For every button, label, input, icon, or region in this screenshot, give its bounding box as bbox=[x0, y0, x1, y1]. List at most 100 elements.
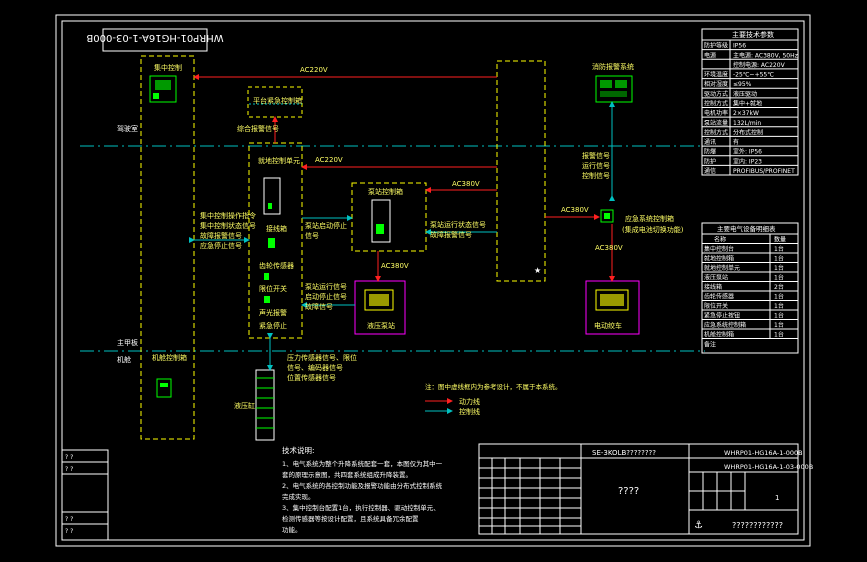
tech-param-name: 防护 bbox=[704, 157, 716, 165]
emergency-box-note: (集成电池切换功能) bbox=[622, 225, 684, 234]
tech-param-name: 通信 bbox=[704, 167, 716, 175]
equipment-name: 紧急停止按钮 bbox=[704, 312, 740, 320]
equipment-name: 就地控制箱 bbox=[704, 255, 734, 263]
equipment-title: 主要电气设备明细表 bbox=[717, 224, 776, 233]
equipment-qty: 1台 bbox=[774, 321, 784, 329]
pump-signals-label: 泵站运行信号启动停止信号故障信号 bbox=[305, 282, 347, 311]
tech-params-table: 主要技术参数 防护等级 IP56 电源 主电源: AC380V, 50Hz 控制电源: … bbox=[701, 28, 799, 176]
tech-param-value: ≤95% bbox=[733, 81, 752, 88]
legend-note: 注：图中虚线框内为参考设计，不属于本系统。 bbox=[425, 382, 562, 391]
tech-param-name: 电源 bbox=[704, 51, 716, 59]
title-block: SE-3KOLB???????? WHRP01-HG16A-1-000B WHR… bbox=[478, 443, 813, 535]
tech-param-name: 控制方式 bbox=[704, 100, 728, 108]
drawing-canvas: WHRP01-HG16A-1-03-000B 驾驶室 主甲板 机舱 集中控制 机… bbox=[55, 14, 813, 547]
fire-panel-icon bbox=[595, 75, 633, 103]
limit-switch-label: 限位开关 bbox=[259, 284, 287, 293]
emergency-box-label: 应急系统控制箱 bbox=[625, 214, 674, 223]
power-label-ac380-c: AC380V bbox=[561, 206, 589, 214]
central-console-frame bbox=[140, 55, 195, 440]
drawing-no-1: SE-3KOLB???????? bbox=[592, 449, 656, 457]
company-name: ???????????? bbox=[732, 521, 783, 530]
side-block-4: ? ? bbox=[65, 528, 73, 535]
pump-control-box-label: 泵站控制箱 bbox=[368, 187, 403, 196]
mid-signals2-label: 泵站运行状态信号故障报警信号 bbox=[430, 220, 486, 239]
note-line: 完成实现。 bbox=[282, 492, 315, 501]
equipment-name: 名称 bbox=[714, 236, 726, 244]
reset-signal-label: 综合报警信号 bbox=[237, 124, 279, 133]
tech-param-value: 2×37kW bbox=[733, 110, 759, 117]
legend-power-label: 动力线 bbox=[459, 397, 480, 406]
equipment-qty: 1台 bbox=[774, 245, 784, 253]
side-block-2: ? ? bbox=[65, 466, 73, 473]
tech-param-name: 防爆 bbox=[704, 148, 716, 156]
equipment-qty: 1台 bbox=[774, 274, 784, 282]
tech-param-value: IP56 bbox=[733, 43, 746, 50]
equipment-qty: 数量 bbox=[774, 236, 786, 244]
equipment-qty: 1台 bbox=[774, 293, 784, 301]
drive-unit-label: 电动绞车 bbox=[594, 321, 622, 330]
note-line: 功能。 bbox=[282, 525, 302, 534]
tech-param-value: 集中+就地 bbox=[733, 100, 762, 108]
tech-param-name: 电机功率 bbox=[704, 109, 728, 117]
equipment-table: 主要电气设备明细表 名称 数量集中控制台 1台就地控制箱 1台就地控制单元 1台液压泵站… bbox=[701, 222, 799, 354]
gear-encoder-label: 齿轮传感器 bbox=[259, 261, 294, 270]
rack-label: 液压缸 bbox=[234, 401, 255, 410]
power-label-ac380-a: AC380V bbox=[452, 180, 480, 188]
note-line: 3、集中控制台配置1台，执行控制器、驱动控制单元、 bbox=[282, 503, 440, 512]
svg-text:★: ★ bbox=[534, 266, 541, 275]
bottom-signals-label: 压力传感器信号、限位信号、编码器信号位置传感器信号 bbox=[287, 353, 357, 382]
central-console-label: 集中控制 bbox=[154, 63, 182, 72]
notes-lines: 1、电气系统为整个升降系统配套一套，本图仅为其中一套的原理示意图，共四套系统组成… bbox=[282, 459, 443, 534]
mid-signals-label: 泵站启动停止信号 bbox=[305, 221, 347, 240]
notes-title: 技术说明: bbox=[282, 445, 315, 455]
tech-param-name: 控制方式 bbox=[704, 128, 728, 136]
power-label-ac380-d: AC380V bbox=[595, 244, 623, 252]
local-controller-label: 就地控制单元 bbox=[258, 156, 300, 165]
vertical-title-text: WHRP01-HG16A-1-03-000B bbox=[86, 32, 223, 43]
equipment-footer: 备注 bbox=[704, 341, 716, 349]
emergency-stop-label: 紧急停止 bbox=[259, 321, 287, 330]
equipment-name: 应急系统控制箱 bbox=[704, 321, 746, 329]
tech-param-value: 室外: IP56 bbox=[733, 148, 762, 156]
legend-control-label: 控制线 bbox=[459, 407, 480, 416]
company-logo-icon: ⚓ bbox=[694, 520, 703, 531]
side-block-1: ? ? bbox=[65, 454, 73, 461]
equipment-qty: 1台 bbox=[774, 255, 784, 263]
tech-param-value: -25℃~+55℃ bbox=[733, 72, 774, 79]
engine-room-box-icon bbox=[156, 378, 172, 398]
hydraulic-unit-label: 液压泵站 bbox=[367, 321, 395, 330]
power-label-ac220-mid: AC220V bbox=[315, 156, 343, 164]
equipment-qty: 1台 bbox=[774, 302, 784, 310]
rack-frame bbox=[255, 369, 275, 441]
equipment-name: 齿轮传感器 bbox=[704, 293, 734, 301]
tech-params-title: 主要技术参数 bbox=[732, 30, 774, 39]
zone-label-mid: 主甲板 bbox=[117, 338, 138, 347]
note-line: 套的原理示意图，共四套系统组成升降装置。 bbox=[282, 470, 412, 479]
drawing-name: ???? bbox=[618, 486, 639, 497]
equipment-name: 集中控制台 bbox=[704, 245, 734, 253]
tech-param-name: 环境温度 bbox=[704, 71, 728, 79]
tech-param-value: 控制电源: AC220V bbox=[733, 61, 786, 69]
tech-param-name: 相对湿度 bbox=[704, 80, 728, 88]
tech-param-name: 驱动方式 bbox=[704, 90, 728, 98]
tech-param-name: 防护等级 bbox=[704, 42, 728, 50]
sound-light-label: 声光报警 bbox=[259, 308, 287, 317]
power-label-ac220-top: AC220V bbox=[300, 66, 328, 74]
tech-param-value: PROFIBUS/PROFINET bbox=[733, 168, 795, 175]
left-signals-label: 集中控制操作指令集中控制状态信号故障报警信号应急停止信号 bbox=[200, 211, 256, 250]
side-block: ? ? ? ? ? ? ? ? bbox=[61, 449, 109, 541]
equipment-qty: 1台 bbox=[774, 312, 784, 320]
fire-panel-label: 消防报警系统 bbox=[592, 62, 634, 71]
right-signals-label: 报警信号运行信号控制信号 bbox=[582, 151, 610, 180]
note-line: 检测传感器等按设计配置，且系统具备冗余配置 bbox=[282, 514, 419, 523]
drawing-no-2: WHRP01-HG16A-1-000B bbox=[724, 449, 803, 457]
tech-param-name: 泵站流量 bbox=[704, 119, 728, 127]
power-label-ac380-b: AC380V bbox=[381, 262, 409, 270]
drawing-no-3: WHRP01-HG16A-1-03-000B bbox=[724, 463, 813, 471]
note-line: 2、电气系统的各控制功能及报警功能由分布式控制系统 bbox=[282, 481, 443, 490]
equipment-qty: 1台 bbox=[774, 331, 784, 339]
note-line: 1、电气系统为整个升降系统配套一套，本图仅为其中一 bbox=[282, 459, 443, 468]
zone-label-upper: 驾驶室 bbox=[117, 124, 138, 133]
sheet-number: 1 bbox=[775, 494, 779, 502]
zone-label-lower: 机舱 bbox=[117, 355, 131, 364]
